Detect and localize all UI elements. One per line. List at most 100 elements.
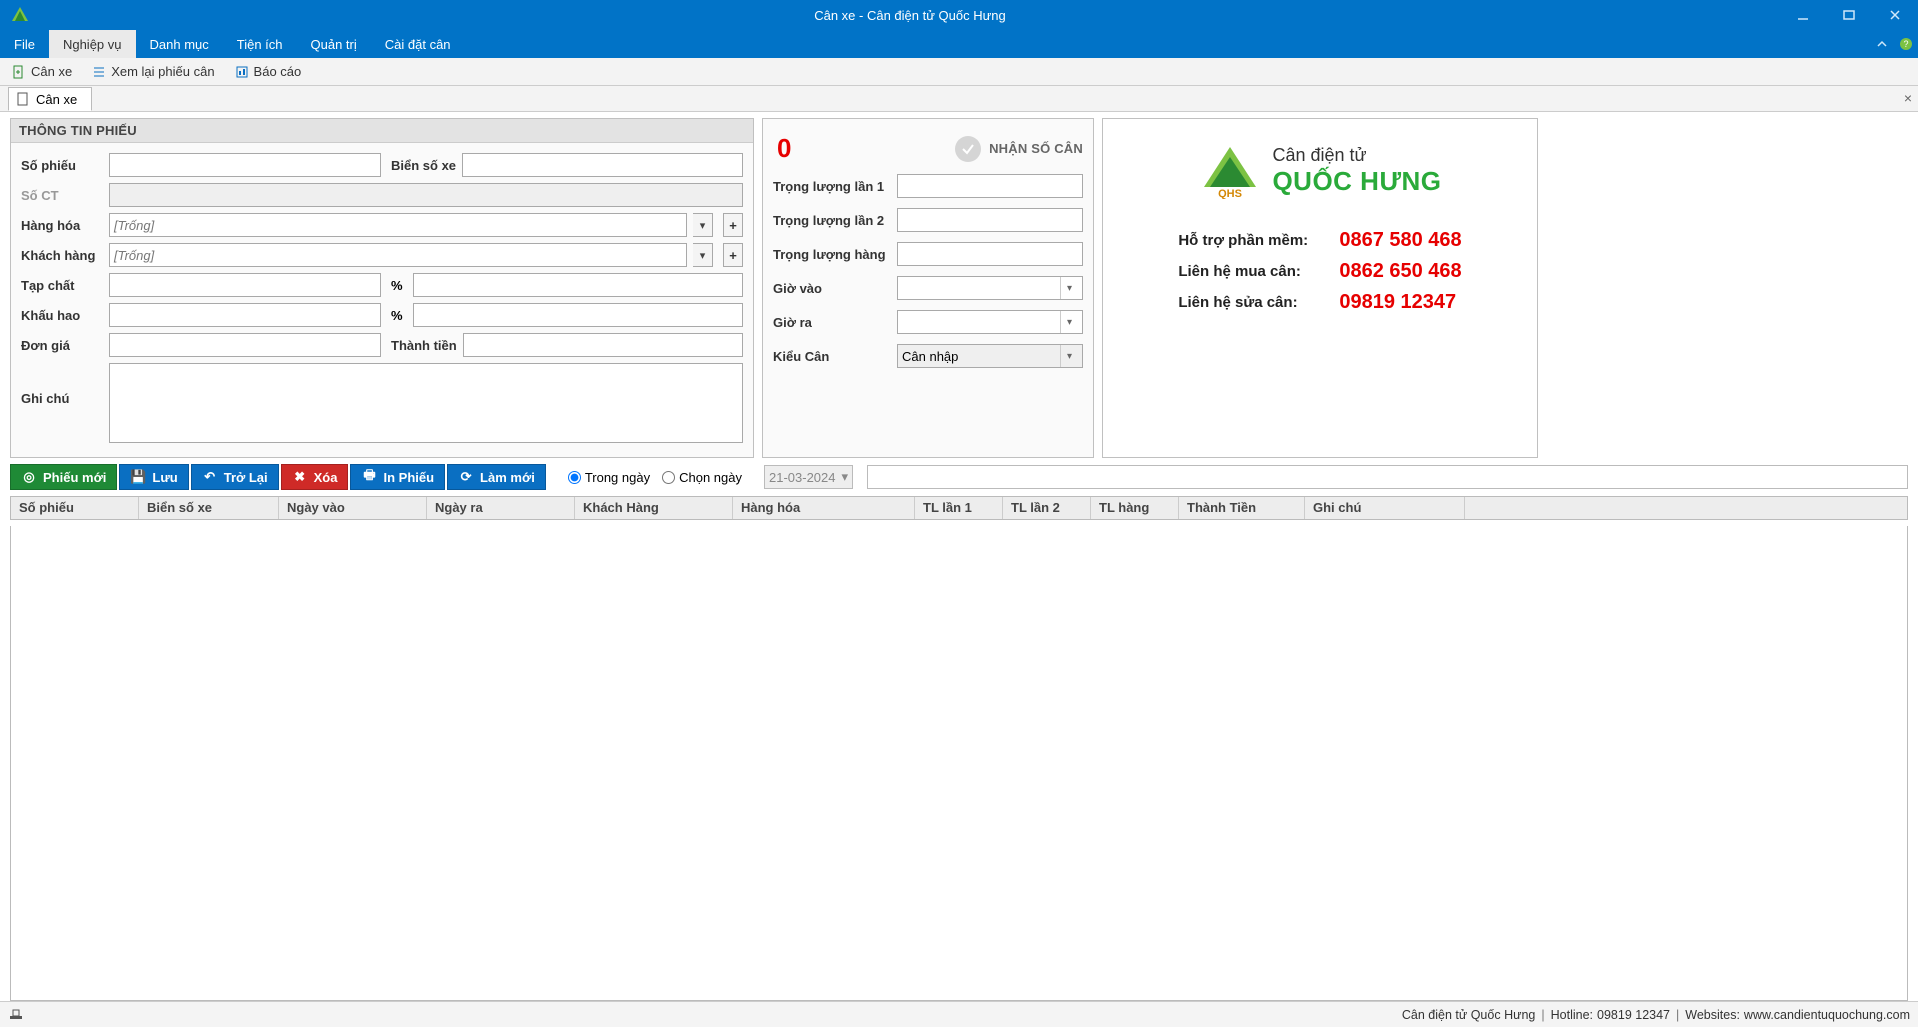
grid-col-2[interactable]: Ngày vào [279, 497, 427, 519]
close-icon: ✖ [292, 469, 308, 485]
grid-col-9[interactable]: Thành Tiền [1179, 497, 1305, 519]
khach-hang-add-button[interactable]: + [723, 243, 743, 267]
grid-body[interactable] [10, 526, 1908, 1001]
grid-col-3[interactable]: Ngày ra [427, 497, 575, 519]
chevron-down-icon: ▾ [1060, 345, 1078, 367]
thanh-tien-label: Thành tiền [391, 338, 457, 353]
tabs-close-icon[interactable]: × [1904, 90, 1912, 106]
grid-col-6[interactable]: TL lần 1 [915, 497, 1003, 519]
hang-hoa-placeholder: [Trống] [114, 218, 154, 233]
ribbon-bao-cao[interactable]: Báo cáo [231, 62, 306, 81]
doc-plus-icon [12, 65, 26, 79]
bien-so-input[interactable] [462, 153, 743, 177]
tlh-label: Trọng lượng hàng [773, 247, 889, 262]
get-weight-button[interactable]: NHẬN SỐ CÂN [989, 141, 1083, 156]
repair-contact-phone: 09819 12347 [1339, 291, 1456, 314]
close-button[interactable] [1872, 0, 1918, 30]
tl1-input[interactable] [897, 174, 1083, 198]
panel-weight: 0 NHẬN SỐ CÂN Trọng lượng lần 1 Trọng lư… [762, 118, 1094, 458]
chevron-down-icon: ▾ [841, 469, 848, 485]
tap-chat-pct-value[interactable] [413, 273, 743, 297]
don-gia-input[interactable] [109, 333, 381, 357]
grid-col-4[interactable]: Khách Hàng [575, 497, 733, 519]
maximize-button[interactable] [1826, 0, 1872, 30]
date-picker[interactable]: 21-03-2024▾ [764, 465, 853, 489]
khach-hang-combo[interactable]: [Trống] [109, 243, 687, 267]
thanh-tien-input[interactable] [463, 333, 743, 357]
ribbon-xem-lai[interactable]: Xem lại phiếu cân [88, 62, 218, 81]
svg-text:?: ? [1903, 39, 1908, 49]
status-website-label: Websites: [1685, 1008, 1740, 1022]
panel-company-info: QHS Cân điện tử QUỐC HƯNG Hỗ trợ phần mề… [1102, 118, 1538, 458]
weight-display-value: 0 [773, 133, 947, 164]
window-title: Cân xe - Cân điện tử Quốc Hưng [40, 8, 1780, 23]
ribbon-can-xe[interactable]: Cân xe [8, 62, 76, 81]
tlh-input[interactable] [897, 242, 1083, 266]
grid-col-0[interactable]: Số phiếu [11, 497, 139, 519]
menu-quan-tri[interactable]: Quản trị [297, 30, 371, 58]
minimize-button[interactable] [1780, 0, 1826, 30]
so-phieu-label: Số phiếu [21, 158, 103, 173]
buy-contact-label: Liên hệ mua cân: [1178, 263, 1323, 280]
khach-hang-dropdown-icon[interactable]: ▾ [693, 243, 713, 267]
khau-hao-input[interactable] [109, 303, 381, 327]
report-icon [235, 65, 249, 79]
menu-cai-dat-can[interactable]: Cài đặt cân [371, 30, 465, 58]
back-button[interactable]: ↶Trở Lại [191, 464, 279, 490]
hang-hoa-add-button[interactable]: + [723, 213, 743, 237]
status-website: www.candientuquochung.com [1744, 1008, 1910, 1022]
menu-nghiep-vu[interactable]: Nghiệp vụ [49, 30, 136, 58]
status-hotline-label: Hotline: [1551, 1008, 1593, 1022]
grid-col-5[interactable]: Hàng hóa [733, 497, 915, 519]
ghi-chu-textarea[interactable] [109, 363, 743, 443]
chevron-down-icon: ▾ [1060, 311, 1078, 333]
document-tabs: Cân xe × [0, 86, 1918, 112]
tab-can-xe-label: Cân xe [36, 92, 77, 107]
tab-can-xe[interactable]: Cân xe [8, 87, 92, 111]
delete-button[interactable]: ✖Xóa [281, 464, 349, 490]
grid-col-1[interactable]: Biển số xe [139, 497, 279, 519]
ribbon-collapse-icon[interactable] [1870, 30, 1894, 58]
khach-hang-placeholder: [Trống] [114, 248, 154, 263]
help-icon[interactable]: ? [1894, 30, 1918, 58]
company-logo-icon: QHS [1198, 143, 1262, 199]
hang-hoa-combo[interactable]: [Trống] [109, 213, 687, 237]
panel-thong-tin-phieu: THÔNG TIN PHIẾU Số phiếu Biển số xe Số C… [10, 118, 754, 458]
new-ticket-button[interactable]: ◎Phiếu mới [10, 464, 117, 490]
tl1-label: Trọng lượng lần 1 [773, 179, 889, 194]
menu-file[interactable]: File [0, 30, 49, 58]
print-button[interactable]: 🖶In Phiếu [350, 464, 445, 490]
scale-icon [8, 1006, 26, 1024]
ribbon-bao-cao-label: Báo cáo [254, 64, 302, 79]
hang-hoa-dropdown-icon[interactable]: ▾ [693, 213, 713, 237]
save-button[interactable]: 💾Lưu [119, 464, 188, 490]
actions-row: ◎Phiếu mới 💾Lưu ↶Trở Lại ✖Xóa 🖶In Phiếu … [10, 464, 1908, 490]
gio-vao-label: Giờ vào [773, 281, 889, 296]
tap-chat-input[interactable] [109, 273, 381, 297]
kieu-can-combo[interactable]: Cân nhập▾ [897, 344, 1083, 368]
tl2-input[interactable] [897, 208, 1083, 232]
radio-pick-day[interactable]: Chọn ngày [662, 470, 742, 485]
so-ct-label: Số CT [21, 188, 103, 203]
ribbon-can-xe-label: Cân xe [31, 64, 72, 79]
gio-ra-combo[interactable]: ▾ [897, 310, 1083, 334]
menu-danh-muc[interactable]: Danh mục [136, 30, 223, 58]
grid-col-10[interactable]: Ghi chú [1305, 497, 1465, 519]
refresh-button[interactable]: ⟳Làm mới [447, 464, 546, 490]
save-icon: 💾 [130, 469, 146, 485]
khau-hao-pct-value[interactable] [413, 303, 743, 327]
radio-today[interactable]: Trong ngày [568, 470, 650, 485]
support-software-phone: 0867 580 468 [1339, 229, 1461, 252]
so-phieu-input[interactable] [109, 153, 381, 177]
gio-ra-label: Giờ ra [773, 315, 889, 330]
grid-col-8[interactable]: TL hàng [1091, 497, 1179, 519]
ghi-chu-label: Ghi chú [21, 363, 103, 406]
grid-col-7[interactable]: TL lần 2 [1003, 497, 1091, 519]
so-ct-input [109, 183, 743, 207]
menu-tien-ich[interactable]: Tiện ích [223, 30, 297, 58]
list-icon [92, 65, 106, 79]
check-circle-icon [955, 136, 981, 162]
gio-vao-combo[interactable]: ▾ [897, 276, 1083, 300]
search-input[interactable] [867, 465, 1908, 489]
support-software-label: Hỗ trợ phần mềm: [1178, 232, 1323, 249]
